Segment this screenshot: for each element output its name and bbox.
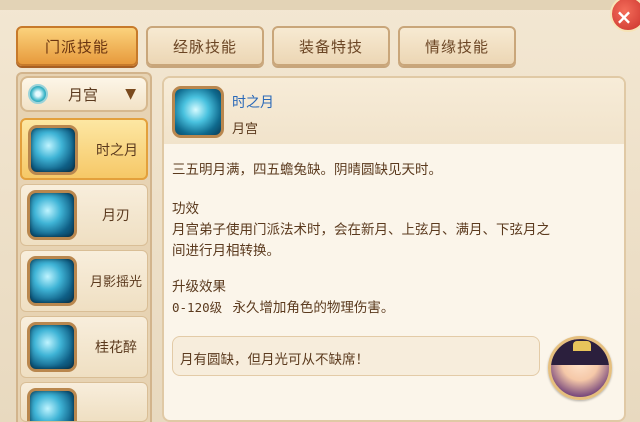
skill-title: 时之月: [232, 95, 274, 111]
tab-label: 经脉技能: [172, 37, 237, 56]
school-emblem-icon: [28, 84, 48, 104]
school-dropdown[interactable]: 月宫 ▼: [20, 76, 148, 112]
skill-list-item[interactable]: 月刃: [20, 184, 148, 246]
skill-description: 三五明月满，四五蟾兔缺。阴晴圆缺见天时。: [172, 162, 442, 178]
character-avatar: [548, 336, 612, 400]
tab-label: 装备特技: [298, 37, 363, 56]
tab-equipment-specials[interactable]: 装备特技: [272, 26, 390, 66]
character-quote: 月有圆缺，但月光可从不缺席！: [180, 352, 369, 368]
moon-blade-icon: [27, 190, 77, 240]
effect-heading: 功效: [172, 201, 199, 217]
osmanthus-icon: [27, 322, 77, 372]
tab-school-skills[interactable]: 门派技能: [16, 26, 138, 66]
effect-text: 间进行月相转换。: [172, 243, 280, 259]
skill-list-item[interactable]: 时之月: [20, 118, 148, 180]
tab-bond-skills[interactable]: 情缘技能: [398, 26, 516, 66]
skill-school: 月宫: [232, 122, 259, 137]
chevron-down-icon: ▼: [125, 86, 136, 102]
skill-list-item[interactable]: [20, 382, 148, 422]
crown-icon: [573, 341, 591, 351]
moon-crescent-icon: [28, 125, 78, 175]
tab-label: 门派技能: [44, 37, 109, 56]
upgrade-heading: 升级效果: [172, 279, 226, 295]
tab-label: 情缘技能: [424, 37, 489, 56]
window-top-strip: [0, 0, 640, 10]
skill-list-item[interactable]: 桂花醉: [20, 316, 148, 378]
upgrade-level-range: 0-120级: [172, 300, 223, 315]
skill-icon: [27, 388, 77, 421]
skill-name: 月刃: [102, 208, 130, 224]
moon-light-icon: [27, 256, 77, 306]
moon-crescent-icon: [172, 86, 224, 138]
skill-list-item[interactable]: 月影摇光: [20, 250, 148, 312]
effect-text: 月宫弟子使用门派法术时，会在新月、上弦月、满月、下弦月之: [172, 222, 550, 238]
tab-meridian-skills[interactable]: 经脉技能: [146, 26, 264, 66]
upgrade-effect: 永久增加角色的物理伤害。: [232, 300, 395, 316]
close-icon: ×: [615, 5, 633, 29]
skill-name: 月影摇光: [89, 275, 142, 290]
skill-name: 桂花醉: [95, 340, 137, 356]
upgrade-text: 0-120级 永久增加角色的物理伤害。: [172, 296, 394, 316]
skill-name: 时之月: [96, 143, 138, 159]
school-dropdown-value: 月宫: [68, 85, 99, 104]
